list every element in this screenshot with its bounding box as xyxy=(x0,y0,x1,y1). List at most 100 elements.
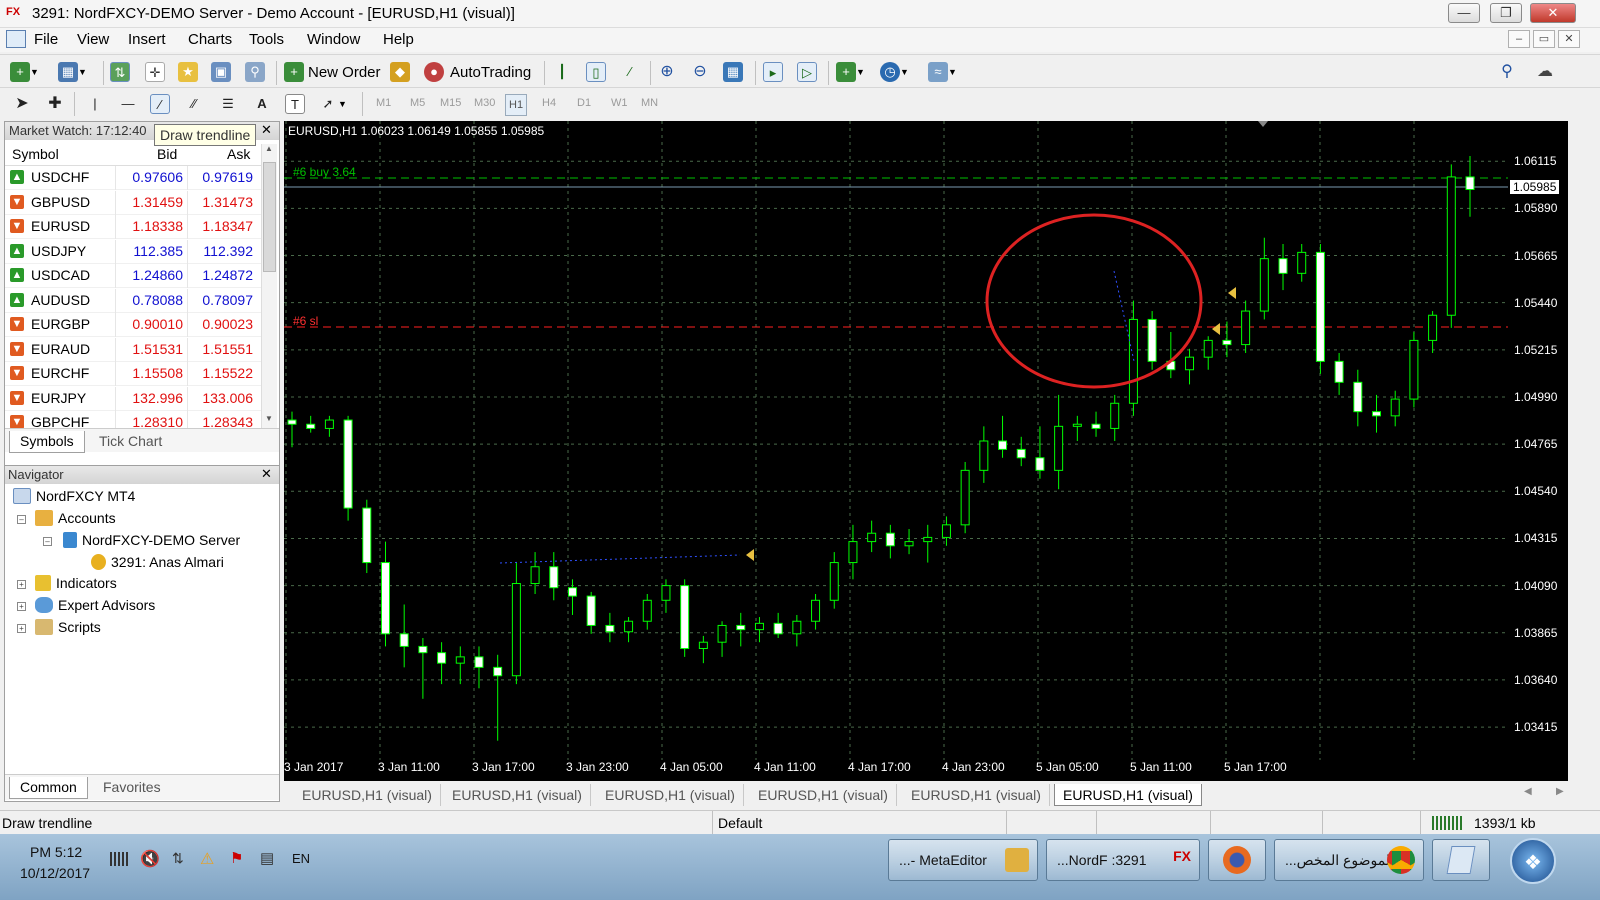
terminal-button[interactable]: ▣ xyxy=(211,60,231,84)
market-watch-scrollbar[interactable]: ▲ ▼ xyxy=(261,144,277,446)
clock-time[interactable]: PM 5:12 xyxy=(30,844,82,860)
zoom-out-button[interactable]: ⊖ xyxy=(690,60,710,84)
volume-muted-icon[interactable]: 🔇 xyxy=(140,849,160,869)
text-button[interactable]: A xyxy=(252,92,272,116)
warning-icon[interactable]: ⚠ xyxy=(200,849,214,869)
tab-common[interactable]: Common xyxy=(9,777,88,799)
task-notepad[interactable] xyxy=(1432,839,1490,881)
timeframe-mn[interactable]: MN xyxy=(641,97,658,109)
candlestick-button[interactable]: ▯ xyxy=(586,60,606,84)
chart-tab-1[interactable]: EURUSD,H1 (visual) xyxy=(294,784,441,806)
scroll-down-icon[interactable]: ▼ xyxy=(265,414,273,423)
bar-chart-button[interactable]: ┃ xyxy=(552,60,572,84)
expand-server-icon[interactable]: – xyxy=(43,537,52,546)
equidistant-channel-button[interactable]: ∕∕ xyxy=(184,92,204,116)
market-watch-row[interactable]: ▲ USDJPY 112.385 112.392 xyxy=(5,239,263,264)
devices-icon[interactable]: ▤ xyxy=(260,849,274,867)
tab-symbols[interactable]: Symbols xyxy=(9,431,85,453)
col-symbol[interactable]: Symbol xyxy=(12,146,59,162)
start-button[interactable]: ❖ xyxy=(1510,838,1556,884)
autotrading-button[interactable]: ● AutoTrading xyxy=(424,60,531,84)
task-metatrader[interactable]: ...NordF :3291 FX xyxy=(1046,839,1200,881)
new-order-button[interactable]: + New Order xyxy=(284,60,381,84)
task-metaeditor[interactable]: ...- MetaEditor xyxy=(888,839,1038,881)
templates-button[interactable]: ≈ ▼ xyxy=(928,60,957,84)
chart-tab-2[interactable]: EURUSD,H1 (visual) xyxy=(444,784,591,806)
arrows-button[interactable]: ➚ ▼ xyxy=(318,92,347,116)
menu-file[interactable]: File xyxy=(34,31,58,48)
timeframe-w1[interactable]: W1 xyxy=(611,97,628,109)
language-indicator[interactable]: EN xyxy=(292,851,310,866)
market-watch-close-icon[interactable]: ✕ xyxy=(261,122,272,138)
chart-window-icon[interactable] xyxy=(6,30,26,48)
new-chart-button[interactable]: + ▼ xyxy=(10,60,39,84)
expand-accounts-icon[interactable]: – xyxy=(17,515,26,524)
fibonacci-button[interactable]: ☰ xyxy=(218,92,238,116)
navigator-button[interactable]: ★ xyxy=(178,60,198,84)
market-watch-row[interactable]: ▼ GBPUSD 1.31459 1.31473 xyxy=(5,190,263,215)
market-watch-button[interactable]: ⇅ xyxy=(110,60,130,84)
search-button[interactable]: ⚲ xyxy=(1497,60,1517,84)
trendline-button[interactable]: ∕ xyxy=(150,92,170,116)
menu-charts[interactable]: Charts xyxy=(188,31,232,48)
crosshair-button[interactable]: ✚ xyxy=(45,92,65,116)
market-watch-row[interactable]: ▼ EURCHF 1.15508 1.15522 xyxy=(5,362,263,386)
signal-icon[interactable] xyxy=(110,852,128,866)
tab-tick-chart[interactable]: Tick Chart xyxy=(89,431,172,453)
expand-indicators-icon[interactable]: + xyxy=(17,580,26,589)
nav-server[interactable]: NordFXCY-DEMO Server xyxy=(63,532,240,548)
minimize-button[interactable]: — xyxy=(1448,3,1480,23)
vertical-line-button[interactable]: | xyxy=(85,92,105,116)
menu-view[interactable]: View xyxy=(77,31,109,48)
market-watch-row[interactable]: ▲ AUDUSD 0.78088 0.78097 xyxy=(5,288,263,313)
col-ask[interactable]: Ask xyxy=(227,146,250,162)
chart-tab-5[interactable]: EURUSD,H1 (visual) xyxy=(903,784,1050,806)
nav-scripts[interactable]: Scripts xyxy=(35,619,101,635)
col-bid[interactable]: Bid xyxy=(157,146,177,162)
autoscroll-button[interactable]: ▸ xyxy=(763,60,783,84)
scrollbar-thumb[interactable] xyxy=(263,162,276,272)
data-window-button[interactable]: ✛ xyxy=(145,60,165,84)
timeframe-m5[interactable]: M5 xyxy=(410,97,425,109)
chart-shift-button[interactable]: ▷ xyxy=(797,60,817,84)
nav-indicators[interactable]: Indicators xyxy=(35,575,117,591)
market-watch-row[interactable]: ▲ USDCAD 1.24860 1.24872 xyxy=(5,264,263,288)
menu-window[interactable]: Window xyxy=(307,31,360,48)
expand-scripts-icon[interactable]: + xyxy=(17,624,26,633)
flag-icon[interactable]: ⚑ xyxy=(230,849,243,867)
network-icon[interactable]: ⇅ xyxy=(172,850,184,867)
periods-button[interactable]: ◷ ▼ xyxy=(880,60,909,84)
candlestick-chart[interactable] xyxy=(284,121,1508,761)
chart-tab-4[interactable]: EURUSD,H1 (visual) xyxy=(750,784,897,806)
metaeditor-button[interactable]: ◆ xyxy=(390,60,410,84)
horizontal-line-button[interactable]: — xyxy=(118,92,138,116)
nav-expert-advisors[interactable]: Expert Advisors xyxy=(35,597,155,613)
scroll-up-icon[interactable]: ▲ xyxy=(265,144,273,153)
chart-tab-3[interactable]: EURUSD,H1 (visual) xyxy=(597,784,744,806)
close-button[interactable]: ✕ xyxy=(1530,3,1576,23)
text-label-button[interactable]: T xyxy=(285,92,305,116)
mdi-close-button[interactable]: ✕ xyxy=(1558,30,1580,48)
timeframe-d1[interactable]: D1 xyxy=(577,97,591,109)
restore-button[interactable]: ❐ xyxy=(1490,3,1522,23)
nav-accounts[interactable]: Accounts xyxy=(35,510,116,526)
chart-area[interactable]: EURUSD,H1 1.06023 1.06149 1.05855 1.0598… xyxy=(284,121,1508,781)
tile-windows-button[interactable]: ▦ xyxy=(723,60,743,84)
expand-experts-icon[interactable]: + xyxy=(17,602,26,611)
clock-date[interactable]: 10/12/2017 xyxy=(20,865,90,881)
menu-help[interactable]: Help xyxy=(383,31,414,48)
navigator-close-icon[interactable]: ✕ xyxy=(261,466,272,482)
market-watch-row[interactable]: ▼ EURUSD 1.18338 1.18347 xyxy=(5,215,263,239)
mdi-restore-button[interactable]: ▭ xyxy=(1533,30,1555,48)
tabs-scroll-left-icon[interactable]: ◀ xyxy=(1524,786,1532,797)
profiles-button[interactable]: ▦ ▼ xyxy=(58,60,87,84)
strategy-tester-button[interactable]: ⚲ xyxy=(245,60,265,84)
menu-tools[interactable]: Tools xyxy=(249,31,284,48)
timeframe-h4[interactable]: H4 xyxy=(542,97,556,109)
indicators-button[interactable]: + ▼ xyxy=(836,60,865,84)
price-axis[interactable]: 1.06115 1.05890 1.05665 1.05440 1.05215 1.049… xyxy=(1508,121,1568,781)
chart-tab-6[interactable]: EURUSD,H1 (visual) xyxy=(1054,784,1202,806)
task-firefox[interactable] xyxy=(1208,839,1266,881)
chat-button[interactable]: ☁ xyxy=(1535,60,1555,84)
market-watch-row[interactable]: ▼ EURJPY 132.996 133.006 xyxy=(5,386,263,411)
